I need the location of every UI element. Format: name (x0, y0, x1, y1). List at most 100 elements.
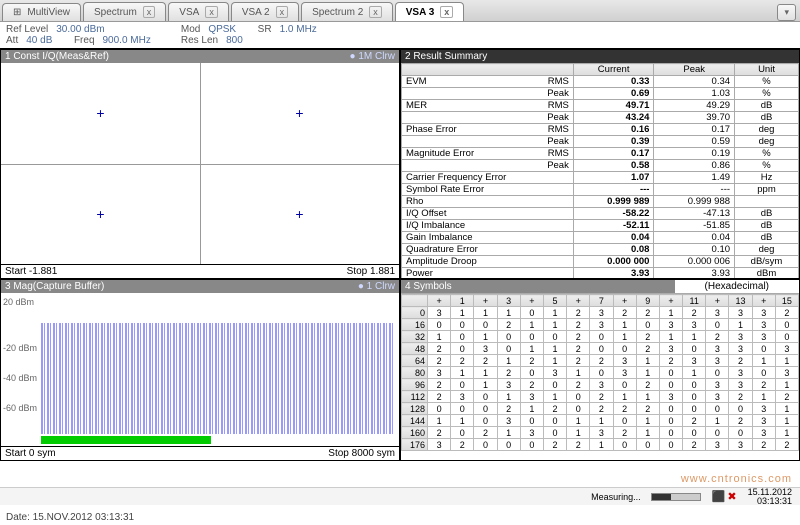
tab-spectrum-2[interactable]: Spectrum 2x (301, 2, 393, 21)
sym-col: + (567, 295, 590, 307)
close-icon[interactable]: x (205, 6, 218, 18)
sym-row-hdr: 144 (402, 415, 428, 427)
sym-cell: 2 (613, 307, 636, 319)
sym-cell: 0 (706, 427, 729, 439)
tab-vsa-3[interactable]: VSA 3x (395, 2, 465, 21)
sym-cell: 1 (497, 427, 520, 439)
summary-col: Unit (735, 64, 799, 76)
progress-bar (651, 493, 701, 501)
sym-row-hdr: 64 (402, 355, 428, 367)
sym-cell: 0 (659, 379, 682, 391)
summary-metric: MERRMS (402, 100, 574, 112)
sym-cell: 1 (775, 415, 798, 427)
sym-cell: 1 (613, 391, 636, 403)
sym-cell: 2 (428, 355, 451, 367)
sr-label: SR (258, 24, 272, 35)
summary-metric: EVMRMS (402, 76, 574, 88)
sym-cell: 1 (451, 307, 474, 319)
close-icon[interactable]: x (369, 6, 382, 18)
close-icon[interactable]: x (143, 6, 156, 18)
sym-cell: 2 (590, 403, 613, 415)
sym-cell: 0 (520, 367, 543, 379)
sym-col: + (752, 295, 775, 307)
sym-cell: 2 (636, 403, 659, 415)
sym-cell: 2 (706, 331, 729, 343)
sym-cell: 1 (613, 331, 636, 343)
sym-row-hdr: 0 (402, 307, 428, 319)
mag-plot[interactable]: 20 dBm -20 dBm -40 dBm -60 dBm (1, 293, 399, 446)
close-icon[interactable]: x (276, 6, 289, 18)
sym-cell: 1 (520, 403, 543, 415)
iq-stop: Stop 1.881 (347, 266, 395, 277)
panel-mag: 3 Mag(Capture Buffer)● 1 Clrw 20 dBm -20… (0, 279, 400, 461)
sym-cell: 1 (543, 343, 566, 355)
sym-cell: 2 (729, 391, 752, 403)
panel-mag-trace: ● 1 Clrw (358, 281, 395, 292)
sym-cell: 2 (567, 439, 590, 451)
sym-cell: 2 (775, 307, 798, 319)
sym-cell: 0 (567, 403, 590, 415)
sym-cell: 1 (474, 331, 497, 343)
summary-col: Current (573, 64, 654, 76)
sym-cell: 0 (474, 403, 497, 415)
tab-spectrum[interactable]: Spectrumx (83, 2, 166, 21)
sym-cell: 3 (683, 319, 706, 331)
sym-cell: 0 (683, 391, 706, 403)
sym-cell: 1 (567, 367, 590, 379)
sym-cell: 3 (775, 343, 798, 355)
iq-start: Start -1.881 (5, 266, 57, 277)
sym-cell: 2 (428, 343, 451, 355)
sym-cell: 0 (520, 415, 543, 427)
sym-cell: 1 (636, 415, 659, 427)
tab-vsa[interactable]: VSAx (168, 2, 229, 21)
close-icon[interactable]: x (440, 6, 453, 18)
summary-metric: Peak (402, 136, 574, 148)
sym-cell: 2 (451, 439, 474, 451)
tab-vsa-2[interactable]: VSA 2x (231, 2, 299, 21)
summary-metric: Peak (402, 160, 574, 172)
tab-dropdown[interactable]: ▾ (777, 4, 796, 21)
sym-col: 1 (451, 295, 474, 307)
sym-cell: 0 (497, 439, 520, 451)
sym-row-hdr: 48 (402, 343, 428, 355)
sym-cell: 0 (451, 319, 474, 331)
sym-cell: 3 (659, 319, 682, 331)
rlen-value: 800 (226, 35, 243, 46)
sym-col: 9 (636, 295, 659, 307)
sym-cell: 0 (729, 427, 752, 439)
sym-cell: 1 (636, 355, 659, 367)
sym-cell: 3 (729, 367, 752, 379)
iq-plot[interactable]: + + + + (1, 63, 399, 264)
sym-cell: 3 (474, 343, 497, 355)
sym-cell: 3 (752, 331, 775, 343)
symbols-scroll[interactable]: +1+3+5+7+9+11+13+15031110123221233321600… (401, 294, 799, 460)
mag-tick: -60 dBm (3, 403, 37, 413)
sym-cell: 2 (752, 379, 775, 391)
att-label: Att (6, 35, 18, 46)
sym-cell: 3 (683, 355, 706, 367)
sym-cell: 1 (543, 355, 566, 367)
sym-cell: 2 (567, 355, 590, 367)
sym-col: 5 (543, 295, 566, 307)
sym-cell: 1 (543, 307, 566, 319)
summary-metric: Quadrature Error (402, 244, 574, 256)
sym-cell: 1 (543, 391, 566, 403)
sym-cell: 0 (543, 331, 566, 343)
tab-multiview[interactable]: ⊞MultiView (2, 3, 81, 21)
mag-start: Start 0 sym (5, 448, 56, 459)
sym-cell: 2 (636, 343, 659, 355)
sym-cell: 3 (543, 367, 566, 379)
sym-cell: 3 (659, 391, 682, 403)
mag-stop: Stop 8000 sym (328, 448, 395, 459)
sym-cell: 1 (636, 427, 659, 439)
sym-cell: 2 (567, 319, 590, 331)
sym-cell: 3 (428, 367, 451, 379)
summary-col (402, 64, 574, 76)
sym-cell: 3 (752, 427, 775, 439)
sym-cell: 1 (474, 307, 497, 319)
iq-point: + (295, 105, 303, 121)
sym-cell: 1 (683, 331, 706, 343)
sym-cell: 0 (683, 343, 706, 355)
sym-cell: 2 (775, 391, 798, 403)
sym-cell: 3 (613, 355, 636, 367)
